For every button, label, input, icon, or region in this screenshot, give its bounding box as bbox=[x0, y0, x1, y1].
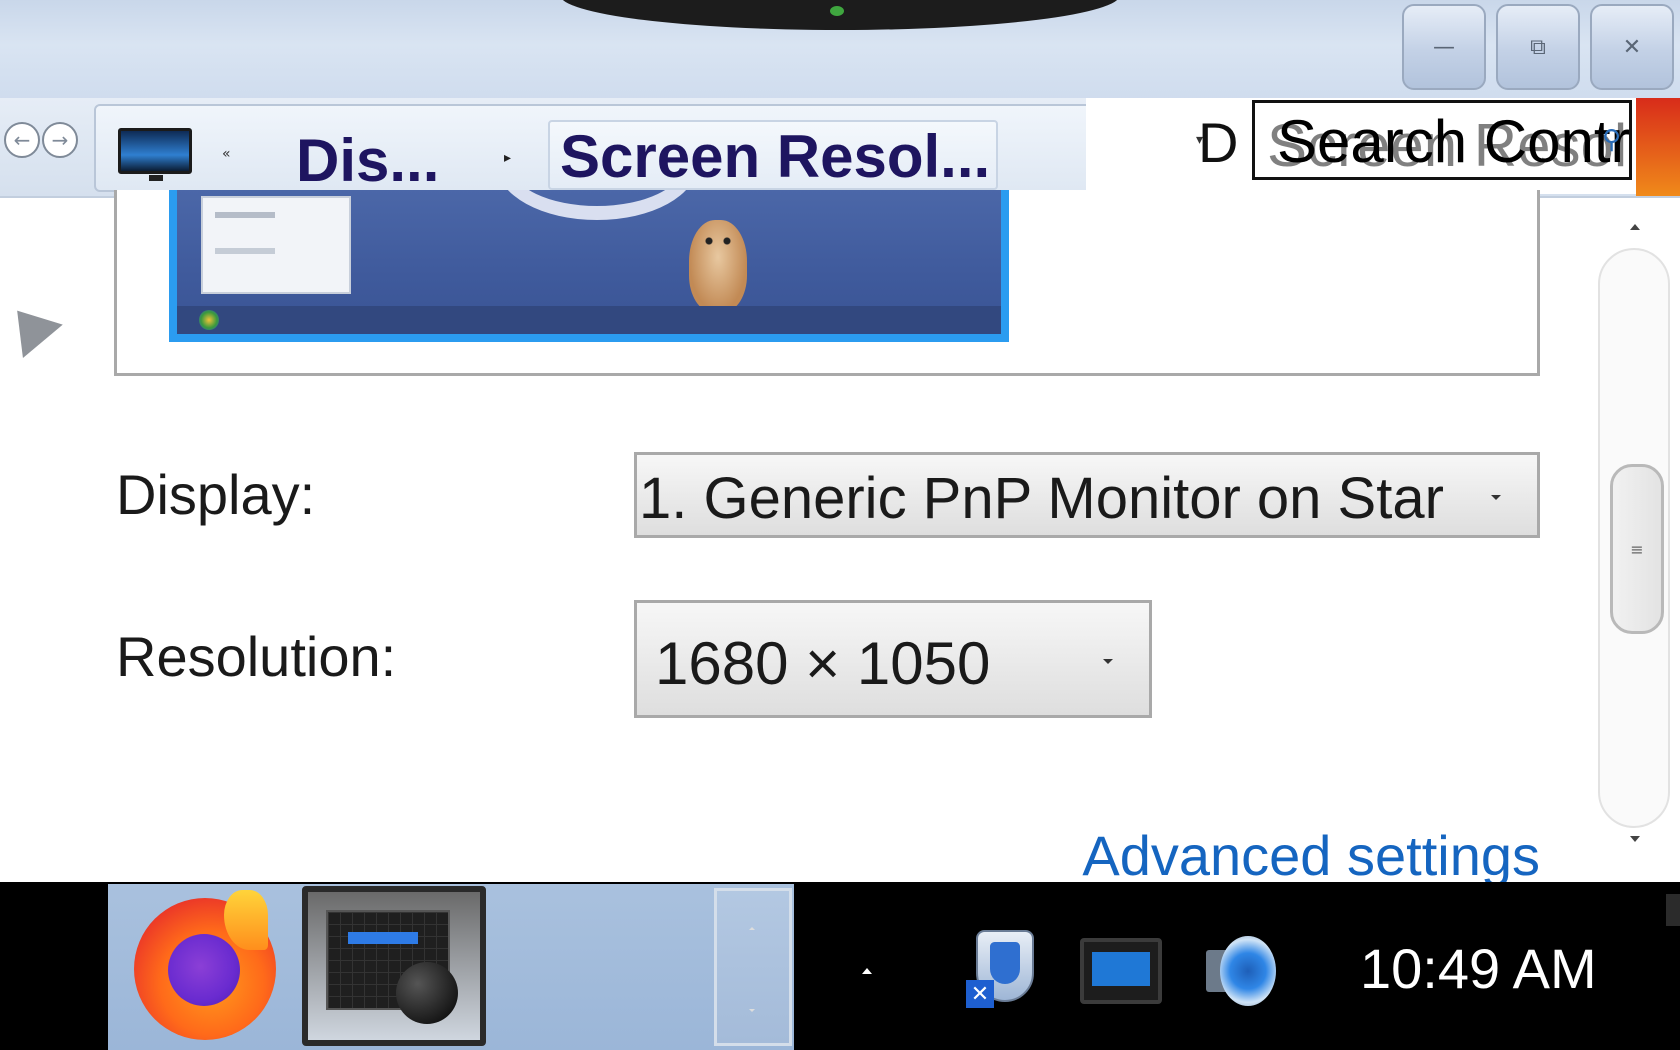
taskbar-scroll-button[interactable] bbox=[714, 888, 792, 1046]
preview-taskbar bbox=[177, 306, 1001, 334]
advanced-settings-link[interactable]: Advanced settings bbox=[1082, 826, 1540, 882]
speaker-cone bbox=[1220, 936, 1276, 1006]
search-icon[interactable]: ⚲ bbox=[1602, 125, 1621, 155]
window-edge-artifact bbox=[1636, 98, 1680, 196]
resolution-label: Resolution: bbox=[116, 625, 397, 688]
resolution-select-value: 1680 × 1050 bbox=[655, 630, 991, 697]
display-icon[interactable] bbox=[1080, 938, 1162, 1004]
breadcrumb-overflow-icon[interactable]: « bbox=[222, 146, 231, 162]
forward-arrow-icon: → bbox=[51, 128, 69, 152]
app-icon-knob bbox=[396, 962, 458, 1024]
show-desktop-button[interactable] bbox=[1666, 894, 1680, 926]
minimize-button[interactable]: — bbox=[1402, 4, 1486, 90]
show-hidden-icons-button[interactable] bbox=[862, 968, 872, 974]
display-select-value: 1. Generic PnP Monitor on Star bbox=[639, 466, 1444, 531]
action-center-flag-icon[interactable]: ✕ bbox=[966, 930, 1038, 1010]
title-bar: — ⧉ ✕ bbox=[0, 0, 1680, 100]
taskbar-firefox-button[interactable] bbox=[132, 890, 280, 1040]
scroll-up-arrow-icon[interactable] bbox=[1630, 224, 1640, 230]
scroll-down-arrow-icon[interactable] bbox=[1630, 836, 1640, 842]
taskbar: ✕ 10:49 AM bbox=[0, 882, 1680, 1050]
grip-icon: ≡ bbox=[1630, 539, 1644, 559]
breadcrumb-item-screen-resolution[interactable]: Screen Resol... bbox=[548, 120, 998, 190]
minimize-icon: — bbox=[1433, 34, 1455, 60]
resolution-select[interactable]: 1680 × 1050 bbox=[634, 600, 1152, 718]
camera-indicator-icon bbox=[830, 6, 844, 16]
taskbar-display-settings-button[interactable] bbox=[302, 886, 486, 1046]
display-label: Display: bbox=[116, 463, 316, 526]
mouse-cursor-icon bbox=[0, 293, 63, 359]
preview-window bbox=[201, 196, 351, 294]
chevron-up-icon bbox=[749, 927, 755, 930]
preview-wallpaper-shape bbox=[497, 190, 697, 220]
speaker-icon[interactable] bbox=[1206, 932, 1276, 1010]
search-placeholder: Search Contr... bbox=[1277, 108, 1629, 175]
hamster-wallpaper-image bbox=[689, 220, 747, 312]
restore-button[interactable]: ⧉ bbox=[1496, 4, 1580, 90]
forward-button[interactable]: → bbox=[42, 122, 78, 158]
search-control-panel-input[interactable]: Screen Resol... Search Contr... ⚲ bbox=[1252, 100, 1632, 180]
back-arrow-icon: ← bbox=[13, 128, 31, 152]
display-monitor-icon bbox=[118, 128, 192, 181]
chevron-down-icon bbox=[749, 1009, 755, 1012]
monitor-preview-frame bbox=[114, 190, 1540, 376]
error-badge-icon: ✕ bbox=[966, 980, 994, 1008]
close-button[interactable]: ✕ bbox=[1590, 4, 1674, 90]
nav-buttons: ← → bbox=[4, 120, 90, 160]
restore-icon: ⧉ bbox=[1530, 34, 1546, 60]
back-button[interactable]: ← bbox=[4, 122, 40, 158]
chevron-down-icon bbox=[1103, 659, 1113, 664]
breadcrumb-separator-icon[interactable]: ▸ bbox=[504, 150, 511, 166]
breadcrumb[interactable]: « Dis... ▸ Screen Resol... bbox=[94, 104, 1094, 195]
content-area: Display: 1. Generic PnP Monitor on Star … bbox=[0, 190, 1680, 882]
address-bar-artifact-text: D bbox=[1198, 111, 1239, 174]
system-clock[interactable]: 10:49 AM bbox=[1360, 936, 1597, 1001]
close-icon: ✕ bbox=[1622, 34, 1642, 60]
start-orb-icon bbox=[199, 310, 219, 330]
chevron-down-icon bbox=[1491, 495, 1501, 500]
monitor-preview[interactable] bbox=[169, 190, 1009, 342]
scrollbar-thumb[interactable]: ≡ bbox=[1610, 464, 1664, 634]
breadcrumb-item-display[interactable]: Dis... bbox=[296, 126, 439, 195]
display-select[interactable]: 1. Generic PnP Monitor on Star bbox=[634, 452, 1540, 538]
app-icon-bar bbox=[348, 932, 418, 944]
firefox-globe bbox=[168, 934, 240, 1006]
